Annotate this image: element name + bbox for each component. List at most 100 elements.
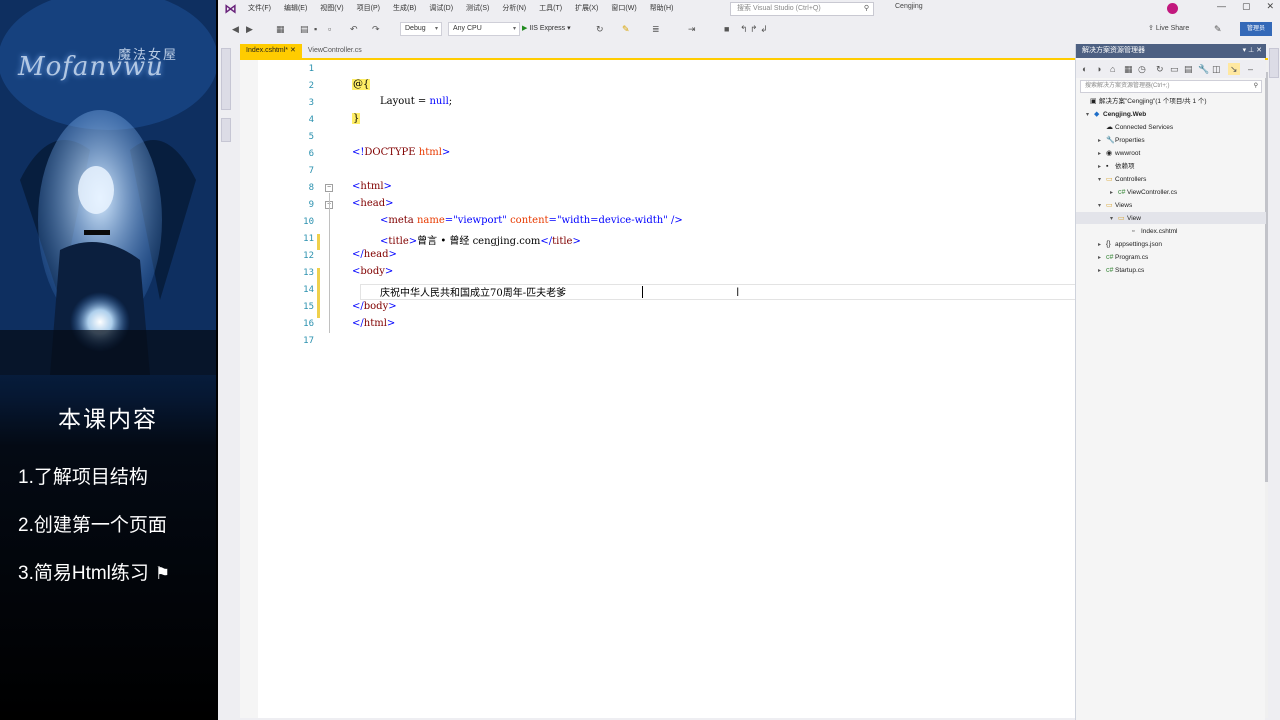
menu-view[interactable]: 视图(V) [320,3,343,17]
switch-views-icon[interactable]: ▦ [1124,63,1133,75]
bookmark-icon[interactable]: ■ [724,23,729,35]
menu-window[interactable]: 窗口(W) [611,3,636,17]
collapse-all-icon[interactable]: ▭ [1170,63,1179,75]
close-icon[interactable]: ✕ [290,47,296,54]
solution-explorer-header: 解决方案资源管理器 ▾ ⊥ ✕ [1076,44,1266,58]
preview-icon[interactable]: ◫ [1212,63,1221,75]
save-icon[interactable]: ▪ [314,23,317,35]
expander-icon[interactable]: ▸ [1110,187,1118,199]
code-token: html [360,181,384,192]
redo-icon[interactable]: ↷ [372,23,380,35]
open-icon[interactable]: ▤ [300,23,309,35]
sync-icon[interactable]: ↻ [1156,63,1164,75]
properties-icon[interactable]: 🔧 [1198,63,1209,75]
csharp-file-icon: c# [1118,189,1126,196]
tab-viewcontroller[interactable]: ViewController.cs [302,44,368,58]
server-explorer-tab[interactable] [221,48,231,110]
forward-icon[interactable]: ◑ [1096,63,1101,75]
platform-dropdown[interactable]: Any CPU ▾ [448,22,520,36]
tab-index-cshtml[interactable]: Index.cshtml* ✕ [240,44,302,58]
more-icon[interactable]: – [1248,63,1253,75]
close-icon[interactable]: ✕ [1266,1,1274,12]
close-icon[interactable]: ✕ [1256,47,1262,54]
maximize-icon[interactable]: ▢ [1242,1,1251,12]
expander-icon[interactable]: ▸ [1098,148,1106,160]
code-token: </ [540,236,553,247]
new-project-icon[interactable]: ▦ [276,23,285,35]
pin-icon[interactable]: ✎ [622,23,630,35]
expander-icon[interactable]: ▾ [1098,200,1106,212]
expander-icon[interactable]: ▸ [1098,239,1106,251]
tree-item-program[interactable]: ▸ c# Program.cs [1098,252,1148,264]
admin-badge[interactable]: 管理员 [1240,22,1272,36]
tree-item-viewcontroller[interactable]: ▸ c# ViewController.cs [1110,187,1177,199]
editor-glyph-margin [240,60,258,718]
pin-icon[interactable]: ⊥ [1248,47,1254,54]
expander-icon[interactable]: ▸ [1098,161,1106,173]
code-token: title [388,236,409,247]
tree-item-controllers[interactable]: ▾ ▭ Controllers [1098,174,1146,186]
code-token: = [548,215,557,226]
expander-icon[interactable]: ▸ [1098,135,1106,147]
run-button[interactable]: ▶ IIS Express ▾ [522,23,571,35]
expander-icon[interactable]: ▾ [1098,174,1106,186]
menu-extensions[interactable]: 扩展(X) [575,3,598,17]
show-all-files-icon[interactable]: ▤ [1184,63,1193,75]
course-item-2: 2.创建第一个页面 [18,510,167,537]
chevron-down-icon[interactable]: ▾ [1243,47,1247,54]
back-icon[interactable]: ◐ [1082,63,1087,75]
expander-icon[interactable]: ▸ [1098,252,1106,264]
forward-icon[interactable]: ▶ [246,23,253,35]
feedback-icon[interactable]: ✎ [1214,23,1222,35]
tree-item-dependencies[interactable]: ▸ ▪ 依赖项 [1098,161,1135,173]
course-item-label: 2.创建第一个页面 [18,515,167,536]
menu-project[interactable]: 项目(P) [357,3,380,17]
expander-icon[interactable]: ▾ [1086,109,1094,121]
live-share-button[interactable]: ⇪ Live Share [1148,24,1189,32]
tree-item-view-folder[interactable]: ▾ ▭ View [1110,213,1141,225]
line-number: 3 [308,98,314,108]
save-all-icon[interactable]: ▫ [328,23,331,35]
toolbox-tab[interactable] [221,118,231,142]
tree-item-wwwroot[interactable]: ▸ ◉ wwwroot [1098,148,1140,160]
line-number: 17 [303,336,314,346]
bookmark-nav-icon[interactable]: ↰ ↱ ↲ [740,23,768,35]
tree-item-startup[interactable]: ▸ c# Startup.cs [1098,265,1144,277]
pending-changes-icon[interactable]: ◷ [1138,63,1146,75]
menu-help[interactable]: 帮助(H) [650,3,674,17]
menu-analyze[interactable]: 分析(N) [502,3,526,17]
line-number: 15 [303,302,314,312]
menu-build[interactable]: 生成(B) [393,3,416,17]
line-number: 13 [303,268,314,278]
collapse-icon[interactable]: − [325,184,333,192]
expander-icon[interactable]: ▸ [1098,265,1106,277]
tree-item-connected-services[interactable]: ☁ Connected Services [1098,122,1173,134]
back-icon[interactable]: ◀ [232,23,239,35]
refresh-icon[interactable]: ↻ [596,23,604,35]
menu-edit[interactable]: 编辑(E) [284,3,307,17]
tree-item-appsettings[interactable]: ▸{} appsettings.json [1098,239,1162,251]
tree-item-index-cshtml[interactable]: ▫ Index.cshtml [1124,226,1178,238]
properties-tab[interactable] [1269,48,1279,78]
minimize-icon[interactable]: — [1217,1,1226,12]
step-icon[interactable]: ⇥ [688,23,696,35]
solution-search-input[interactable]: 搜索解决方案资源管理器(Ctrl+;) ⚲ [1080,80,1262,93]
search-input[interactable]: 搜索 Visual Studio (Ctrl+Q) ⚲ [730,2,874,16]
menu-tools[interactable]: 工具(T) [539,3,562,17]
undo-icon[interactable]: ↶ [350,23,358,35]
expander-icon[interactable]: ▾ [1110,213,1118,225]
code-token: > [388,301,397,312]
menu-file[interactable]: 文件(F) [248,3,271,17]
comment-icon[interactable]: ≣ [652,23,660,35]
menu-test[interactable]: 测试(S) [466,3,489,17]
menu-debug[interactable]: 调试(D) [429,3,453,17]
pin-icon[interactable]: ↘ [1228,63,1240,75]
tree-item-project[interactable]: ▾ ◆ Cengjing.Web [1086,109,1146,121]
tree-item-views[interactable]: ▾ ▭ Views [1098,200,1132,212]
home-icon[interactable]: ⌂ [1110,63,1115,75]
code-token: 庆祝中华人民共和国成立70周年-匹夫老爹 [380,288,567,299]
tree-item-properties[interactable]: ▸ 🔧Properties [1098,135,1145,147]
avatar[interactable] [1167,3,1178,14]
tree-item-solution[interactable]: ▣ 解决方案"Cengjing"(1 个项目/共 1 个) [1082,96,1207,108]
config-dropdown[interactable]: Debug ▾ [400,22,442,36]
